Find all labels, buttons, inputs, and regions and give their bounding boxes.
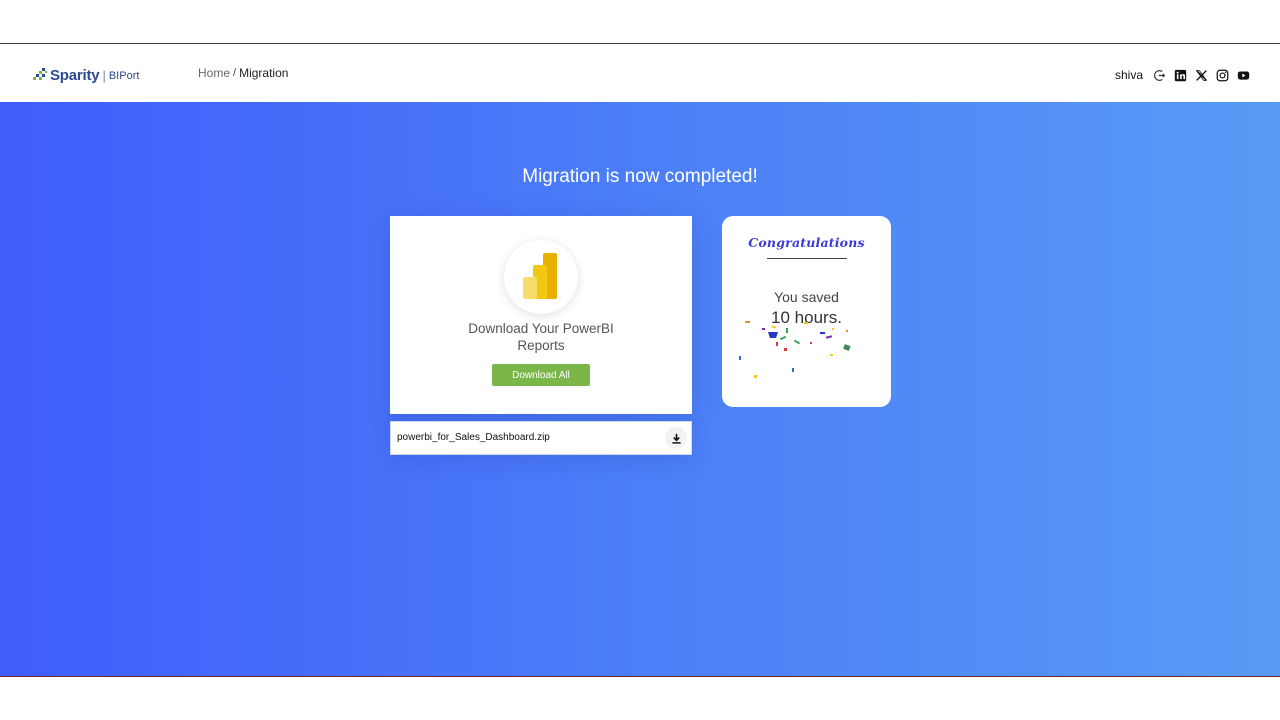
- download-card-text: Download Your PowerBI Reports: [390, 320, 692, 354]
- download-file-button[interactable]: [665, 427, 687, 449]
- x-twitter-icon[interactable]: [1195, 69, 1208, 82]
- congratulations-divider: [767, 258, 847, 259]
- migration-hero: Migration is now completed! Download You…: [0, 102, 1280, 676]
- download-card-text-line1: Download Your PowerBI: [468, 321, 614, 336]
- download-icon: [671, 433, 681, 444]
- logout-icon[interactable]: [1153, 69, 1166, 82]
- download-card-text-line2: Reports: [517, 338, 565, 353]
- time-saved-label: You saved: [774, 289, 839, 305]
- congratulations-title: Congratulations: [748, 235, 865, 250]
- powerbi-logo-container: [504, 240, 578, 314]
- brand-name: Sparity: [50, 66, 100, 84]
- instagram-icon[interactable]: [1216, 69, 1229, 82]
- user-social-bar: shiva: [1115, 68, 1250, 82]
- brand-separator: |: [102, 67, 106, 83]
- brand-logo[interactable]: Sparity | BIPort: [32, 64, 139, 86]
- download-card: Download Your PowerBI Reports Download A…: [390, 216, 692, 414]
- breadcrumb-separator: /: [233, 67, 237, 79]
- time-saved-value: 10 hours.: [771, 308, 842, 327]
- navbar: Sparity | BIPort Home / Migration shiva: [0, 44, 1280, 102]
- breadcrumb: Home / Migration: [198, 66, 288, 80]
- breadcrumb-home[interactable]: Home: [198, 66, 230, 80]
- bottom-divider: [0, 676, 1280, 677]
- username: shiva: [1114, 68, 1143, 82]
- powerbi-logo-icon: [523, 253, 557, 299]
- linkedin-icon[interactable]: [1174, 69, 1187, 82]
- breadcrumb-current: Migration: [239, 66, 289, 80]
- file-name: powerbi_for_Sales_Dashboard.zip: [397, 432, 550, 443]
- download-all-button[interactable]: Download All: [492, 364, 590, 386]
- congratulations-card: Congratulations You saved 10 hours.: [722, 216, 891, 407]
- sparity-logo-icon: [33, 68, 47, 80]
- brand-subtitle: BIPort: [108, 70, 140, 82]
- youtube-icon[interactable]: [1237, 69, 1250, 82]
- file-list-item: powerbi_for_Sales_Dashboard.zip: [390, 421, 692, 455]
- page-title: Migration is now completed!: [522, 166, 758, 187]
